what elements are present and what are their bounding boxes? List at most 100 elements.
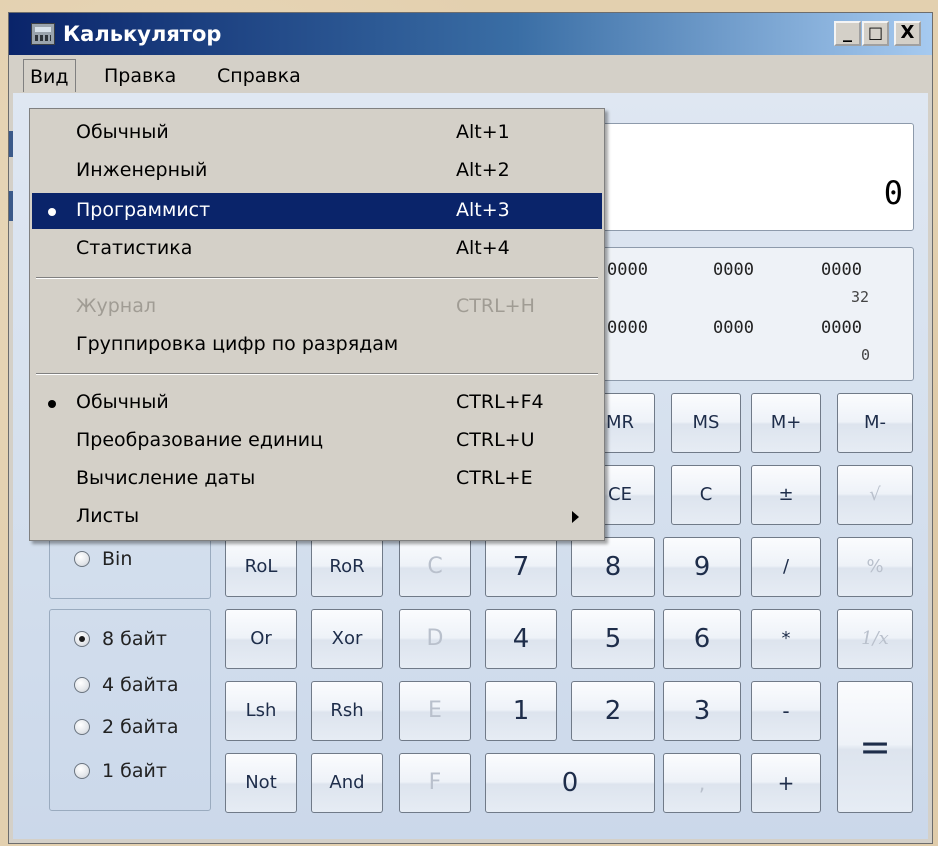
digit-7-button[interactable]: 7: [485, 537, 557, 597]
hex-c-button[interactable]: C: [399, 537, 471, 597]
menu-item-shortcut: CTRL+E: [456, 467, 533, 489]
divide-button[interactable]: /: [751, 537, 821, 597]
bit-group: 0000: [821, 260, 862, 280]
number-system-group: Bin: [49, 535, 211, 599]
window-edge-fragment: [9, 191, 13, 221]
plus-minus-button[interactable]: ±: [751, 465, 821, 525]
radio-button[interactable]: [74, 677, 90, 693]
bit-position: 32: [851, 288, 870, 306]
m-plus-button[interactable]: M+: [751, 393, 821, 453]
menu-help[interactable]: Справка: [217, 65, 301, 87]
and-button[interactable]: And: [311, 753, 383, 813]
menu-item-label: Группировка цифр по разрядам: [76, 333, 399, 355]
rol-button[interactable]: RoL: [225, 537, 297, 597]
menu-separator: [36, 277, 598, 279]
digit-3-button[interactable]: 3: [663, 681, 741, 741]
menu-item-label: Статистика: [76, 237, 193, 259]
percent-button[interactable]: %: [837, 537, 913, 597]
menu-item-label: Журнал: [76, 295, 156, 317]
digit-9-button[interactable]: 9: [663, 537, 741, 597]
reciprocal-button[interactable]: 1/x: [837, 609, 913, 669]
menu-bar: Правка Справка: [9, 55, 932, 93]
digit-0-button[interactable]: 0: [485, 753, 655, 813]
bit-group: 0000: [713, 260, 754, 280]
maximize-icon[interactable]: □: [862, 21, 889, 46]
menu-item-shortcut: Alt+2: [456, 159, 510, 181]
title-bar[interactable]: Калькулятор _ □ X: [9, 13, 932, 55]
digit-5-button[interactable]: 5: [571, 609, 655, 669]
bit-group: 0000: [607, 260, 648, 280]
lsh-button[interactable]: Lsh: [225, 681, 297, 741]
ms-button[interactable]: MS: [671, 393, 741, 453]
xor-button[interactable]: Xor: [311, 609, 383, 669]
submenu-arrow-icon: [572, 511, 579, 523]
digit-4-button[interactable]: 4: [485, 609, 557, 669]
menu-item-shortcut: CTRL+H: [456, 295, 535, 317]
radio-bullet-icon: [48, 208, 56, 216]
rsh-button[interactable]: Rsh: [311, 681, 383, 741]
radio-button[interactable]: [74, 763, 90, 779]
hex-e-button[interactable]: E: [399, 681, 471, 741]
radio-label: 8 байт: [102, 628, 167, 650]
digit-6-button[interactable]: 6: [663, 609, 741, 669]
radio-bullet-icon: [48, 400, 56, 408]
radio-label: 2 байта: [102, 716, 179, 738]
or-button[interactable]: Or: [225, 609, 297, 669]
window-edge-fragment: [9, 131, 13, 157]
menu-edit[interactable]: Правка: [104, 65, 176, 87]
menu-item-digit-grouping[interactable]: Группировка цифр по разрядам: [32, 327, 602, 363]
binary-display: 0000 0000 0000 32 0000 0000 0000 0: [594, 247, 914, 381]
digit-2-button[interactable]: 2: [571, 681, 655, 741]
radio-label: 4 байта: [102, 674, 179, 696]
not-button[interactable]: Not: [225, 753, 297, 813]
ror-button[interactable]: RoR: [311, 537, 383, 597]
close-icon[interactable]: X: [894, 21, 921, 46]
menu-item-statistics[interactable]: Статистика Alt+4: [32, 231, 602, 267]
hex-f-button[interactable]: F: [399, 753, 471, 813]
menu-view[interactable]: Вид: [23, 59, 76, 92]
radio-button[interactable]: [74, 551, 90, 567]
menu-item-worksheets[interactable]: Листы: [32, 499, 602, 535]
equals-button[interactable]: =: [837, 681, 913, 813]
bit-position: 0: [861, 346, 871, 364]
bit-group: 0000: [713, 318, 754, 338]
menu-item-basic[interactable]: Обычный CTRL+F4: [32, 385, 602, 421]
multiply-button[interactable]: *: [751, 609, 821, 669]
digit-1-button[interactable]: 1: [485, 681, 557, 741]
minimize-icon[interactable]: _: [834, 21, 861, 46]
calculator-icon: [31, 23, 55, 45]
sqrt-button[interactable]: √: [837, 465, 913, 525]
word-size-group: 8 байт 4 байта 2 байта 1 байт: [49, 609, 211, 811]
c-button[interactable]: C: [671, 465, 741, 525]
decimal-button[interactable]: ,: [663, 753, 741, 813]
menu-item-label: Листы: [76, 505, 140, 527]
radio-button[interactable]: [74, 631, 90, 647]
menu-item-history[interactable]: Журнал CTRL+H: [32, 289, 602, 325]
minus-button[interactable]: -: [751, 681, 821, 741]
menu-item-standard[interactable]: Обычный Alt+1: [32, 115, 602, 151]
window-title: Калькулятор: [63, 22, 222, 46]
menu-item-label: Программист: [76, 199, 211, 221]
display-value: 0: [883, 174, 903, 212]
view-menu-dropdown: Обычный Alt+1 Инженерный Alt+2 Программи…: [29, 108, 605, 541]
menu-item-label: Инженерный: [76, 159, 208, 181]
menu-item-label: Преобразование единиц: [76, 429, 324, 451]
plus-button[interactable]: +: [751, 753, 821, 813]
result-display: 0: [594, 123, 914, 231]
radio-button[interactable]: [74, 719, 90, 735]
hex-d-button[interactable]: D: [399, 609, 471, 669]
m-minus-button[interactable]: M-: [837, 393, 913, 453]
bit-group: 0000: [821, 318, 862, 338]
radio-label: Bin: [102, 548, 133, 570]
bit-group: 0000: [607, 318, 648, 338]
menu-item-programmer[interactable]: Программист Alt+3: [32, 193, 602, 229]
menu-item-date-calculation[interactable]: Вычисление даты CTRL+E: [32, 461, 602, 497]
menu-item-label: Обычный: [76, 391, 169, 413]
menu-item-label: Обычный: [76, 121, 169, 143]
digit-8-button[interactable]: 8: [571, 537, 655, 597]
menu-item-scientific[interactable]: Инженерный Alt+2: [32, 153, 602, 189]
menu-item-unit-conversion[interactable]: Преобразование единиц CTRL+U: [32, 423, 602, 459]
menu-item-shortcut: CTRL+U: [456, 429, 535, 451]
menu-item-shortcut: CTRL+F4: [456, 391, 544, 413]
calculator-window: Калькулятор _ □ X Правка Справка Вид 0 0…: [8, 12, 933, 844]
